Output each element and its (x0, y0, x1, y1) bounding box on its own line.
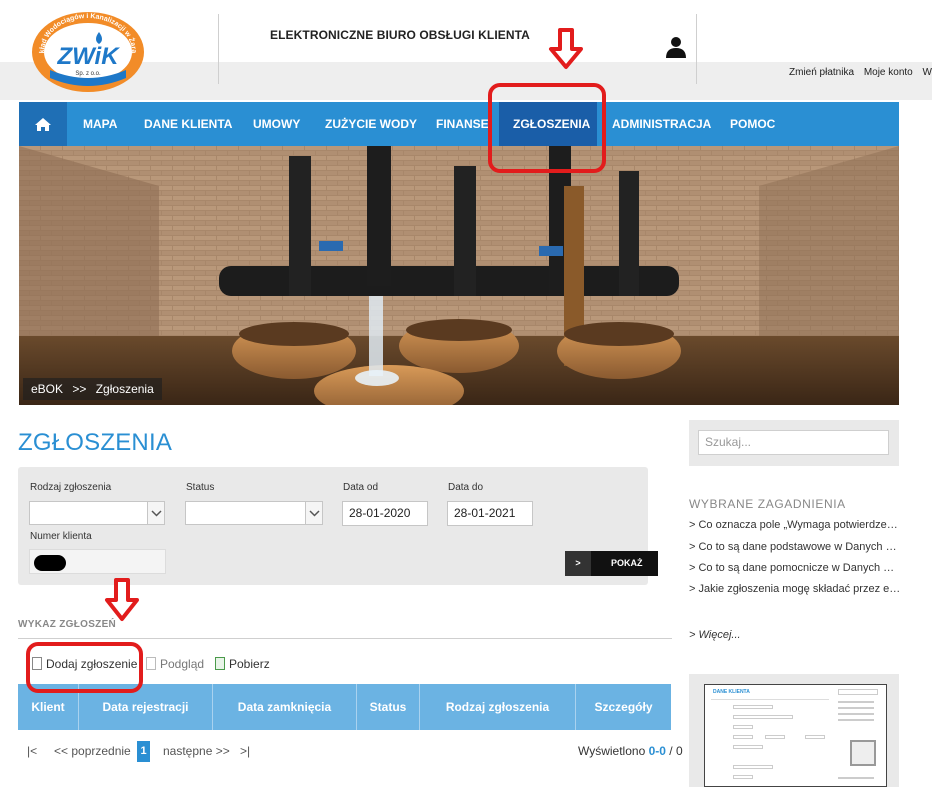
change-payer-link[interactable]: Zmień płatnika (789, 67, 854, 78)
faq-link[interactable]: > Co oznacza pole „Wymaga potwierdzenia … (689, 519, 901, 531)
nav-item-dane-klienta[interactable]: DANE KLIENTA (144, 102, 232, 146)
thumbnail-field (765, 735, 785, 739)
header-title: ELEKTRONICZNE BIURO OBSŁUGI KLIENTA (270, 28, 530, 42)
breadcrumb: eBOK >> Zgłoszenia (23, 378, 162, 400)
faq-link[interactable]: > Jakie zgłoszenia mogę składać przez e-… (689, 583, 901, 595)
date-to-label: Data do (448, 482, 484, 493)
header-divider (218, 14, 219, 84)
show-button[interactable]: > POKAŻ (565, 551, 658, 576)
results-range: 0-0 (648, 744, 666, 758)
document-icon (146, 657, 156, 670)
thumbnail-field (733, 725, 753, 729)
thumbnail-title: DANE KLIENTA (713, 689, 750, 695)
nav-item-umowy[interactable]: UMOWY (253, 102, 300, 146)
results-total: 0 (675, 744, 683, 758)
date-from-input[interactable]: 28-01-2020 (342, 501, 428, 526)
date-to-input[interactable]: 28-01-2021 (447, 501, 533, 526)
thumbnail-sidebar-line (838, 701, 874, 703)
thumbnail-field (733, 775, 753, 779)
logout-link[interactable]: Wyloguj (923, 67, 932, 78)
nav-home[interactable] (19, 102, 67, 146)
annotation-arrow-down-icon (105, 578, 139, 621)
breadcrumb-separator: >> (72, 382, 87, 396)
more-link[interactable]: > Więcej... (689, 629, 741, 641)
thumbnail-sidebar-line (838, 713, 874, 715)
hero-image (19, 146, 899, 405)
nav-item-administracja[interactable]: ADMINISTRACJA (612, 102, 711, 146)
results-count: Wyświetlono 0-0 / 0 (578, 744, 683, 758)
thumbnail-sidebar-line (838, 777, 874, 779)
thumbnail-field (733, 715, 793, 719)
search-input[interactable]: Szukaj... (698, 430, 889, 455)
annotation-box-zgloszenia (488, 83, 606, 173)
thumbnail-field (733, 765, 773, 769)
download-label: Pobierz (229, 657, 270, 671)
show-button-label: POKAŻ (611, 558, 643, 568)
account-links: Zmień płatnika Moje konto Wyloguj (789, 67, 932, 78)
client-number-label: Numer klienta (30, 531, 92, 542)
promo-thumbnail[interactable]: DANE KLIENTA (704, 684, 887, 787)
pager-next[interactable]: następne >> (163, 744, 230, 758)
thumbnail-sidebar-line (838, 707, 874, 709)
main-nav: MAPA DANE KLIENTA UMOWY ZUŻYCIE WODY FIN… (19, 102, 899, 146)
pager-page-current[interactable]: 1 (137, 741, 150, 762)
preview-label: Podgląd (160, 657, 205, 671)
nav-item-finanse[interactable]: FINANSE (436, 102, 489, 146)
nav-item-pomoc[interactable]: POMOC (730, 102, 775, 146)
page-title: ZGŁOSZENIA (18, 429, 173, 456)
list-title: WYKAZ ZGŁOSZEŃ (18, 619, 117, 630)
thumbnail-sidebar-line (838, 719, 874, 721)
logo-text: ZWiK (56, 43, 120, 70)
faq-title: WYBRANE ZAGADNIENIA (689, 497, 846, 511)
thumbnail-field (733, 735, 753, 739)
column-header-details[interactable]: Szczegóły (576, 684, 671, 730)
column-header-close-date[interactable]: Data zamknięcia (213, 684, 356, 730)
status-select[interactable] (185, 501, 323, 525)
home-icon (35, 118, 51, 131)
annotation-arrow-down-icon (549, 28, 583, 69)
nav-item-zuzycie-wody[interactable]: ZUŻYCIE WODY (325, 102, 417, 146)
thumbnail-field (805, 735, 825, 739)
nav-item-mapa[interactable]: MAPA (83, 102, 117, 146)
pager-first[interactable]: |< (27, 744, 37, 758)
column-header-request-type[interactable]: Rodzaj zgłoszenia (420, 684, 575, 730)
request-type-label: Rodzaj zgłoszenia (30, 482, 112, 493)
thumbnail-image (850, 740, 876, 766)
pager-last[interactable]: >| (240, 744, 250, 758)
chevron-down-icon (305, 502, 322, 524)
download-icon (215, 657, 225, 670)
company-logo[interactable]: ZWiK Sp. z o.o. Zakład Wodociągów i Kana… (30, 8, 146, 92)
my-account-link[interactable]: Moje konto (864, 67, 913, 78)
breadcrumb-root[interactable]: eBOK (31, 382, 63, 396)
redacted-value (34, 555, 66, 571)
faq-link[interactable]: > Co to są dane pomocnicze w Danych Klie… (689, 562, 901, 574)
breadcrumb-current: Zgłoszenia (95, 382, 154, 396)
thumbnail-search (838, 689, 878, 695)
download-button[interactable]: Pobierz (215, 657, 270, 671)
annotation-box-add-request (26, 642, 143, 693)
chevron-down-icon (147, 502, 164, 524)
preview-button[interactable]: Podgląd (146, 657, 204, 671)
divider (18, 638, 672, 639)
column-header-status[interactable]: Status (357, 684, 419, 730)
status-label: Status (186, 482, 215, 493)
date-from-label: Data od (343, 482, 379, 493)
pager-prev[interactable]: << poprzednie (54, 744, 131, 758)
thumbnail-field (733, 745, 763, 749)
arrow-right-icon: > (565, 551, 591, 576)
results-label: Wyświetlono (578, 744, 646, 758)
header-divider (696, 14, 697, 84)
request-type-select[interactable] (29, 501, 165, 525)
user-icon[interactable] (665, 36, 687, 58)
results-separator: / (669, 744, 673, 758)
thumbnail-line (711, 699, 829, 700)
thumbnail-field (733, 705, 773, 709)
faq-link[interactable]: > Co to są dane podstawowe w Danych Klie… (689, 541, 901, 553)
logo-subtext: Sp. z o.o. (75, 71, 101, 77)
